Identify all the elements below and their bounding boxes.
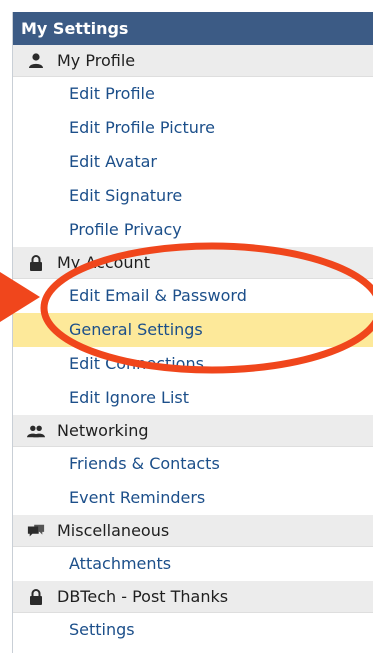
chat-icon	[27, 523, 45, 539]
section-miscellaneous: Miscellaneous	[13, 515, 373, 547]
link-edit-avatar[interactable]: Edit Avatar	[13, 145, 373, 179]
section-dbtech-post-thanks: DBTech - Post Thanks	[13, 581, 373, 613]
section-networking: Networking	[13, 415, 373, 447]
link-attachments[interactable]: Attachments	[13, 547, 373, 581]
section-label: DBTech - Post Thanks	[57, 587, 229, 606]
section-label: My Profile	[57, 51, 136, 70]
section-label: Miscellaneous	[57, 521, 170, 540]
link-profile-privacy[interactable]: Profile Privacy	[13, 213, 373, 247]
section-my-account: My Account	[13, 247, 373, 279]
lock-icon	[27, 254, 45, 271]
people-icon	[27, 423, 45, 439]
link-edit-connections[interactable]: Edit Connections	[13, 347, 373, 381]
link-settings[interactable]: Settings	[13, 613, 373, 647]
section-label: Networking	[57, 421, 149, 440]
link-friends-contacts[interactable]: Friends & Contacts	[13, 447, 373, 481]
sidebar-header: My Settings	[13, 12, 373, 45]
link-edit-profile[interactable]: Edit Profile	[13, 77, 373, 111]
link-edit-profile-picture[interactable]: Edit Profile Picture	[13, 111, 373, 145]
link-edit-ignore-list[interactable]: Edit Ignore List	[13, 381, 373, 415]
link-general-settings[interactable]: General Settings	[13, 313, 373, 347]
user-icon	[27, 53, 45, 69]
link-edit-email-password[interactable]: Edit Email & Password	[13, 279, 373, 313]
link-event-reminders[interactable]: Event Reminders	[13, 481, 373, 515]
link-edit-signature[interactable]: Edit Signature	[13, 179, 373, 213]
section-my-profile: My Profile	[13, 45, 373, 77]
section-label: My Account	[57, 253, 150, 272]
settings-sidebar: My Settings My Profile Edit Profile Edit…	[12, 12, 373, 653]
lock-icon	[27, 588, 45, 605]
